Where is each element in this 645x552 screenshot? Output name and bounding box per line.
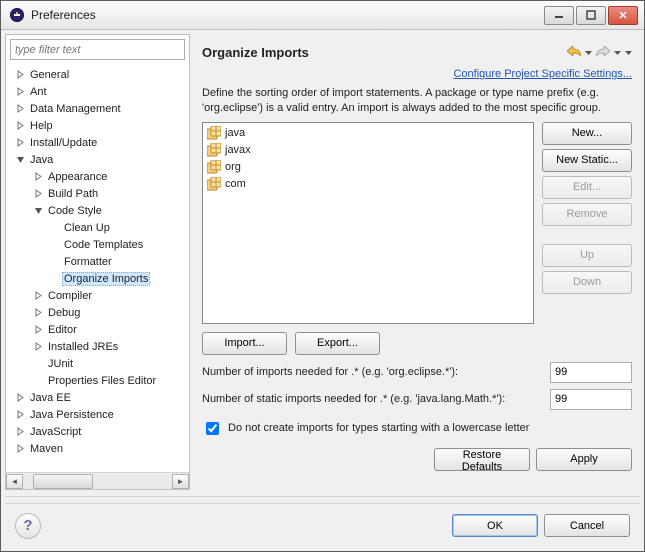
expand-icon bbox=[32, 307, 44, 319]
tree-item-debug[interactable]: Debug bbox=[6, 304, 189, 321]
list-item[interactable]: org bbox=[205, 159, 531, 176]
tree-item-compiler[interactable]: Compiler bbox=[6, 287, 189, 304]
maximize-button[interactable] bbox=[576, 6, 606, 25]
expand-icon bbox=[32, 171, 44, 183]
tree-item-junit[interactable]: JUnit bbox=[6, 355, 189, 372]
remove-button[interactable]: Remove bbox=[542, 203, 632, 226]
scroll-left-icon[interactable]: ◄ bbox=[6, 474, 23, 489]
restore-defaults-button[interactable]: Restore Defaults bbox=[434, 448, 530, 471]
category-tree[interactable]: General Ant Data Management Help Install… bbox=[6, 64, 189, 472]
num-static-imports-field[interactable] bbox=[550, 389, 632, 410]
list-item[interactable]: javax bbox=[205, 142, 531, 159]
up-button[interactable]: Up bbox=[542, 244, 632, 267]
tree-item-javascript[interactable]: JavaScript bbox=[6, 423, 189, 440]
edit-button[interactable]: Edit... bbox=[542, 176, 632, 199]
ok-button[interactable]: OK bbox=[452, 514, 538, 537]
tree-item-general[interactable]: General bbox=[6, 66, 189, 83]
tree-item-install-update[interactable]: Install/Update bbox=[6, 134, 189, 151]
separator bbox=[5, 496, 640, 497]
tree-item-java-persistence[interactable]: Java Persistence bbox=[6, 406, 189, 423]
tree-item-properties-files-editor[interactable]: Properties Files Editor bbox=[6, 372, 189, 389]
page-title: Organize Imports bbox=[202, 45, 567, 60]
num-imports-label: Number of imports needed for .* (e.g. 'o… bbox=[202, 366, 542, 378]
preferences-window: Preferences General Ant Data Management … bbox=[0, 0, 645, 552]
expand-icon bbox=[14, 443, 26, 455]
down-button[interactable]: Down bbox=[542, 271, 632, 294]
tree-item-clean-up[interactable]: Clean Up bbox=[6, 219, 189, 236]
expand-icon bbox=[32, 290, 44, 302]
cancel-button[interactable]: Cancel bbox=[544, 514, 630, 537]
new-button[interactable]: New... bbox=[542, 122, 632, 145]
settings-panel: Organize Imports Configure Project Speci… bbox=[194, 34, 640, 490]
tree-item-java-ee[interactable]: Java EE bbox=[6, 389, 189, 406]
expand-icon bbox=[14, 103, 26, 115]
expand-icon bbox=[14, 409, 26, 421]
tree-item-code-style[interactable]: Code Style bbox=[6, 202, 189, 219]
package-icon bbox=[207, 177, 221, 191]
new-static-button[interactable]: New Static... bbox=[542, 149, 632, 172]
expand-icon bbox=[14, 392, 26, 404]
collapse-icon bbox=[32, 205, 44, 217]
tree-item-maven[interactable]: Maven bbox=[6, 440, 189, 457]
category-panel: General Ant Data Management Help Install… bbox=[5, 34, 190, 490]
tree-item-installed-jres[interactable]: Installed JREs bbox=[6, 338, 189, 355]
tree-item-java[interactable]: Java bbox=[6, 151, 189, 168]
tree-item-appearance[interactable]: Appearance bbox=[6, 168, 189, 185]
tree-item-editor[interactable]: Editor bbox=[6, 321, 189, 338]
window-title: Preferences bbox=[31, 8, 544, 22]
num-static-imports-label: Number of static imports needed for .* (… bbox=[202, 393, 542, 405]
filter-input[interactable] bbox=[10, 39, 185, 60]
list-item[interactable]: com bbox=[205, 176, 531, 193]
tree-item-build-path[interactable]: Build Path bbox=[6, 185, 189, 202]
tree-item-organize-imports[interactable]: Organize Imports bbox=[6, 270, 189, 287]
app-icon bbox=[9, 7, 25, 23]
expand-icon bbox=[32, 188, 44, 200]
scroll-right-icon[interactable]: ► bbox=[172, 474, 189, 489]
forward-icon bbox=[596, 46, 610, 59]
export-button[interactable]: Export... bbox=[295, 332, 380, 355]
button-bar: ? OK Cancel bbox=[5, 503, 640, 547]
titlebar[interactable]: Preferences bbox=[1, 1, 644, 30]
tree-item-help[interactable]: Help bbox=[6, 117, 189, 134]
expand-icon bbox=[32, 324, 44, 336]
package-icon bbox=[207, 143, 221, 157]
project-settings-link[interactable]: Configure Project Specific Settings... bbox=[453, 68, 632, 80]
tree-item-formatter[interactable]: Formatter bbox=[6, 253, 189, 270]
expand-icon bbox=[14, 426, 26, 438]
scroll-thumb[interactable] bbox=[33, 474, 93, 489]
tree-item-ant[interactable]: Ant bbox=[6, 83, 189, 100]
list-item[interactable]: java bbox=[205, 125, 531, 142]
expand-icon bbox=[14, 120, 26, 132]
expand-icon bbox=[32, 341, 44, 353]
package-icon bbox=[207, 126, 221, 140]
tree-item-code-templates[interactable]: Code Templates bbox=[6, 236, 189, 253]
back-icon[interactable] bbox=[567, 46, 581, 59]
expand-icon bbox=[14, 86, 26, 98]
page-description: Define the sorting order of import state… bbox=[202, 84, 632, 122]
view-menu-icon[interactable] bbox=[625, 46, 632, 58]
lowercase-label: Do not create imports for types starting… bbox=[228, 422, 529, 434]
tree-hscrollbar[interactable]: ◄ ► bbox=[6, 472, 189, 489]
tree-item-data-management[interactable]: Data Management bbox=[6, 100, 189, 117]
import-order-list[interactable]: java javax org com bbox=[202, 122, 534, 324]
close-button[interactable] bbox=[608, 6, 638, 25]
import-button[interactable]: Import... bbox=[202, 332, 287, 355]
minimize-button[interactable] bbox=[544, 6, 574, 25]
back-menu-icon[interactable] bbox=[585, 46, 592, 58]
num-imports-field[interactable] bbox=[550, 362, 632, 383]
collapse-icon bbox=[14, 154, 26, 166]
package-icon bbox=[207, 160, 221, 174]
expand-icon bbox=[14, 137, 26, 149]
apply-button[interactable]: Apply bbox=[536, 448, 632, 471]
help-button[interactable]: ? bbox=[15, 513, 41, 539]
expand-icon bbox=[14, 69, 26, 81]
forward-menu-icon[interactable] bbox=[614, 46, 621, 58]
lowercase-checkbox[interactable] bbox=[206, 422, 219, 435]
